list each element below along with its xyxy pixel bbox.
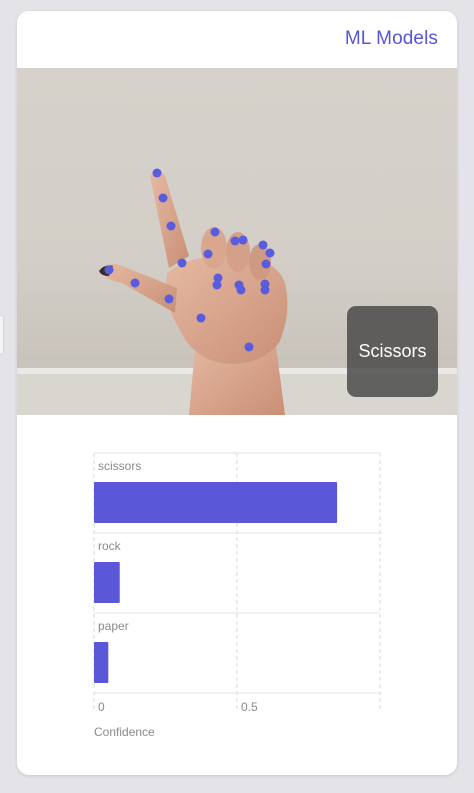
- keypoint-18: [104, 265, 114, 275]
- index-finger: [150, 170, 189, 268]
- x-tick-1: 0.5: [241, 700, 258, 714]
- keypoint-12: [212, 280, 222, 290]
- keypoint-7: [238, 235, 248, 245]
- prediction-badge: Scissors: [347, 306, 438, 397]
- keypoint-19: [164, 294, 174, 304]
- category-label-scissors: scissors: [98, 459, 141, 473]
- keypoint-5: [210, 227, 220, 237]
- category-label-rock: rock: [98, 539, 122, 553]
- category-label-paper: paper: [98, 619, 129, 633]
- main-card: ML Models Scissors scissors rock paper 0…: [17, 11, 457, 775]
- keypoint-20: [196, 313, 206, 323]
- keypoint-9: [265, 248, 275, 258]
- keypoint-2: [166, 221, 176, 231]
- x-tick-0: 0: [98, 700, 105, 714]
- keypoint-0: [152, 168, 162, 178]
- keypoint-14: [236, 285, 246, 295]
- keypoint-17: [130, 278, 140, 288]
- keypoint-8: [258, 240, 268, 250]
- ml-models-link[interactable]: ML Models: [345, 28, 438, 50]
- camera-view: Scissors: [17, 68, 457, 415]
- palm: [166, 257, 288, 364]
- x-axis-label: Confidence: [94, 725, 155, 739]
- prediction-label: Scissors: [358, 341, 427, 361]
- keypoint-16: [260, 285, 270, 295]
- keypoint-1: [158, 193, 168, 203]
- keypoint-4: [203, 249, 213, 259]
- keypoint-10: [261, 259, 271, 269]
- keypoint-21: [244, 342, 254, 352]
- bar-scissors: [94, 482, 338, 523]
- bar-rock: [94, 562, 120, 603]
- keypoint-3: [177, 258, 187, 268]
- chart-bars: [94, 482, 338, 683]
- keypoint-6: [230, 236, 240, 246]
- bar-paper: [94, 642, 109, 683]
- confidence-chart: scissors rock paper 0 0.5 Confidence: [93, 452, 381, 739]
- header: ML Models: [17, 11, 457, 68]
- side-handle[interactable]: [0, 315, 4, 355]
